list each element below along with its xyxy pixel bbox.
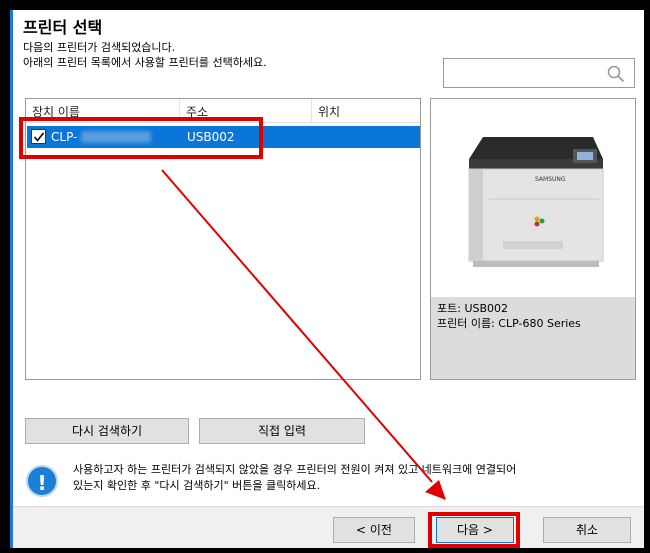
dialog-footer: < 이전 다음 > 취소 (13, 506, 644, 548)
highlight-selected-printer (19, 117, 263, 159)
direct-input-button[interactable]: 직접 입력 (199, 418, 365, 444)
description-line-2: 아래의 프린터 목록에서 사용할 프린터를 선택하세요. (23, 56, 267, 69)
column-header-location[interactable]: 위치 (318, 103, 340, 120)
info-icon: ! (26, 465, 58, 497)
info-line-1: 사용하고자 하는 프린터가 검색되지 않았을 경우 프린터의 전원이 켜져 있고… (73, 463, 517, 476)
screenshot-frame: 프린터 선택 다음의 프린터가 검색되었습니다. 아래의 프린터 목록에서 사용… (0, 0, 650, 553)
back-button[interactable]: < 이전 (333, 517, 415, 543)
info-message: 사용하고자 하는 프린터가 검색되지 않았을 경우 프린터의 전원이 켜져 있고… (73, 462, 633, 494)
search-icon[interactable] (606, 64, 626, 84)
highlight-next-button (428, 512, 520, 548)
dialog-description: 다음의 프린터가 검색되었습니다. 아래의 프린터 목록에서 사용할 프린터를 … (23, 40, 267, 70)
printer-preview-panel: SAMSUNG 포트: USB002 프린터 이름: CLP-680 Serie… (430, 98, 636, 380)
printer-image: SAMSUNG (468, 137, 604, 267)
printer-info: 포트: USB002 프린터 이름: CLP-680 Series (431, 297, 635, 379)
printer-port: 포트: USB002 (437, 302, 509, 315)
dialog-title: 프린터 선택 (23, 18, 103, 37)
column-divider (311, 99, 312, 123)
search-input[interactable] (443, 58, 635, 88)
cancel-button[interactable]: 취소 (543, 517, 631, 543)
info-line-2: 있는지 확인한 후 "다시 검색하기" 버튼을 클릭하세요. (73, 479, 321, 492)
description-line-1: 다음의 프린터가 검색되었습니다. (23, 41, 176, 54)
printer-select-dialog: 프린터 선택 다음의 프린터가 검색되었습니다. 아래의 프린터 목록에서 사용… (10, 10, 644, 548)
printer-brand-label: SAMSUNG (535, 176, 566, 183)
rescan-button[interactable]: 다시 검색하기 (25, 418, 189, 444)
printer-name: 프린터 이름: CLP-680 Series (437, 317, 581, 330)
